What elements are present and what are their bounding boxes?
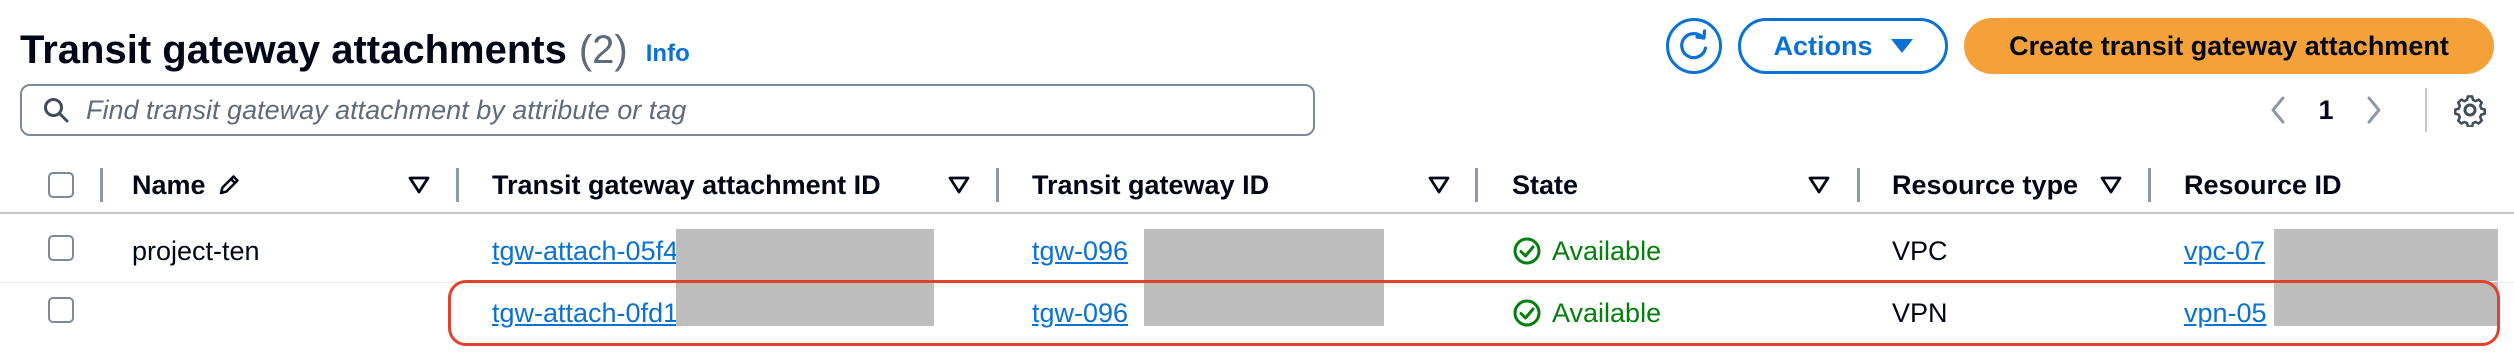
chevron-right-icon [2364, 95, 2384, 125]
cell-resource-type: VPN [1892, 297, 1948, 328]
table-row[interactable]: tgw-attach-0fd1 tgw-096 Available VPN vp… [0, 282, 2514, 344]
redacted-area [2274, 229, 2498, 281]
create-attachment-label: Create transit gateway attachment [2009, 30, 2449, 61]
sort-caret-down-icon[interactable] [2100, 158, 2122, 212]
column-label-tgw-id: Transit gateway ID [1032, 169, 1270, 200]
row-select-checkbox[interactable] [48, 235, 74, 261]
column-header-tgw-id[interactable]: Transit gateway ID [1032, 158, 1269, 212]
status-positive-icon [1512, 298, 1542, 328]
search-icon [42, 96, 70, 124]
cell-name: project-ten [132, 235, 260, 266]
column-header-attachment-id[interactable]: Transit gateway attachment ID [492, 158, 881, 212]
caret-down-icon [1890, 39, 1913, 53]
chevron-left-icon [2268, 95, 2288, 125]
sort-caret-down-icon[interactable] [948, 158, 970, 212]
refresh-button[interactable] [1666, 18, 1722, 74]
info-link[interactable]: Info [646, 40, 690, 68]
column-header-state[interactable]: State [1512, 158, 1578, 212]
sort-caret-down-icon[interactable] [1428, 158, 1450, 212]
column-label-resource-type: Resource type [1892, 169, 2079, 200]
redacted-area [1144, 282, 1384, 326]
column-label-state: State [1512, 169, 1579, 200]
column-resizer[interactable] [100, 168, 103, 202]
resource-id-link[interactable]: vpn-05 [2184, 298, 2267, 329]
page-number-button[interactable]: 1 [2298, 95, 2354, 126]
attachment-id-link[interactable]: tgw-attach-05f4 [492, 236, 678, 267]
column-label-resource-id: Resource ID [2184, 169, 2342, 200]
actions-label: Actions [1773, 30, 1873, 61]
tgw-id-link[interactable]: tgw-096 [1032, 298, 1128, 329]
gear-icon [2453, 93, 2487, 127]
sort-caret-down-icon[interactable] [408, 158, 430, 212]
redacted-area [1144, 229, 1384, 281]
cell-resource-type: VPC [1892, 235, 1948, 266]
search-field[interactable] [20, 84, 1315, 136]
previous-page-button[interactable] [2258, 88, 2298, 132]
actions-button[interactable]: Actions [1738, 18, 1948, 74]
item-count: (2) [578, 27, 628, 72]
redacted-area [676, 229, 934, 281]
status-badge: Available [1512, 282, 1661, 344]
pagination-divider [2425, 88, 2427, 132]
column-resizer[interactable] [1857, 168, 1860, 202]
row-select-checkbox[interactable] [48, 297, 74, 323]
column-header-name[interactable]: Name [132, 158, 242, 212]
attachment-id-link[interactable]: tgw-attach-0fd1 [492, 298, 678, 329]
column-label-attachment-id: Transit gateway attachment ID [492, 169, 881, 200]
table-row[interactable]: project-ten tgw-attach-05f4 tgw-096 Avai… [0, 220, 2514, 283]
resource-id-link[interactable]: vpc-07 [2184, 236, 2265, 267]
redacted-area [676, 282, 934, 326]
next-page-button[interactable] [2354, 88, 2394, 132]
sort-caret-down-icon[interactable] [1808, 158, 1830, 212]
status-positive-icon [1512, 236, 1542, 266]
column-resizer[interactable] [2148, 168, 2151, 202]
column-header-resource-id[interactable]: Resource ID [2184, 158, 2342, 212]
search-input[interactable] [84, 93, 1268, 127]
column-resizer[interactable] [1475, 168, 1478, 202]
page-header: Transit gateway attachments (2) Info [20, 22, 690, 78]
column-resizer[interactable] [996, 168, 999, 202]
preferences-button[interactable] [2442, 88, 2498, 132]
status-badge: Available [1512, 220, 1661, 282]
pencil-icon [216, 172, 242, 198]
tgw-id-link[interactable]: tgw-096 [1032, 236, 1128, 267]
select-all-checkbox[interactable] [48, 172, 74, 198]
page-title: Transit gateway attachments [20, 27, 567, 72]
status-text: Available [1552, 235, 1662, 266]
redacted-area [2274, 282, 2498, 326]
refresh-icon [1677, 29, 1711, 63]
column-resizer[interactable] [456, 168, 459, 202]
create-attachment-button[interactable]: Create transit gateway attachment [1964, 18, 2494, 74]
pagination: 1 [2258, 88, 2394, 132]
column-label-name: Name [132, 169, 206, 200]
column-header-resource-type[interactable]: Resource type [1892, 158, 2078, 212]
status-text: Available [1552, 297, 1662, 328]
table-header: Name Transit gateway attachment ID Trans… [0, 158, 2514, 214]
